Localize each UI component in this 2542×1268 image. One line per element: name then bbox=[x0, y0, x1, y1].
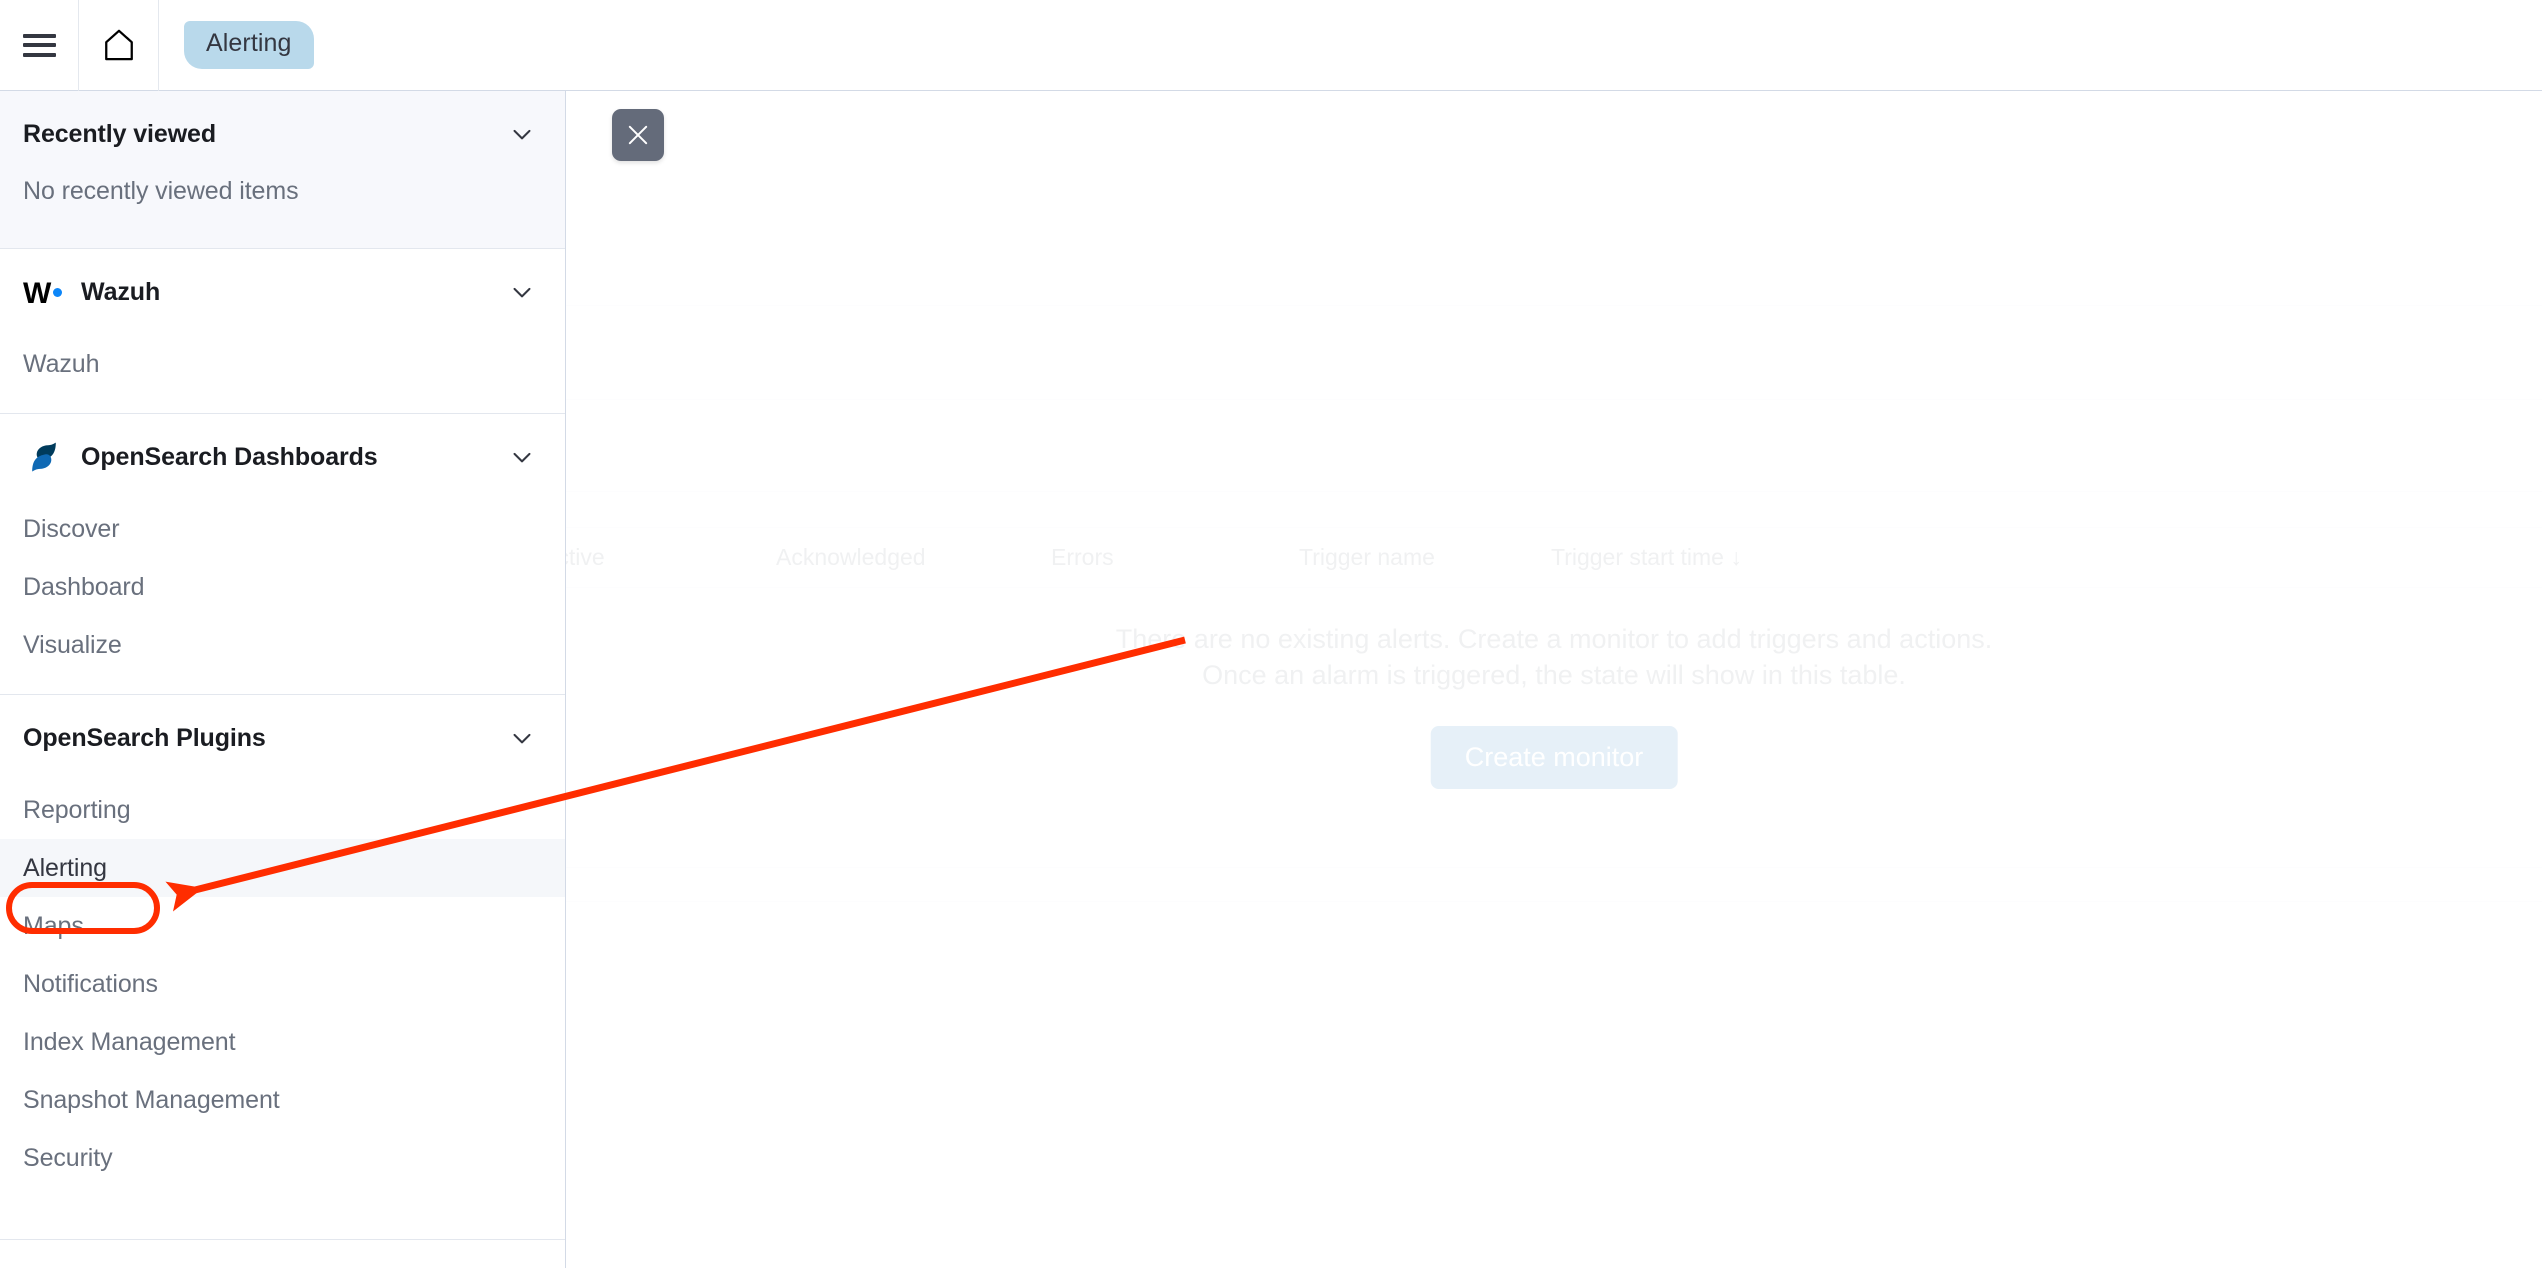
wazuh-logo-icon: W bbox=[23, 277, 69, 310]
top-navigation-bar: Alerting bbox=[0, 0, 2542, 91]
sidebar-item-wazuh[interactable]: Wazuh bbox=[0, 335, 565, 393]
nav-section-header-wazuh[interactable]: W Wazuh bbox=[0, 249, 565, 335]
empty-state-line-2: Once an alarm is triggered, the state wi… bbox=[1202, 660, 1906, 691]
nav-list-wazuh: Wazuh bbox=[0, 335, 565, 413]
chevron-down-icon[interactable] bbox=[507, 277, 537, 307]
column-header-trigger-start-time-label: Trigger start time bbox=[1551, 543, 1724, 570]
breadcrumb[interactable]: Alerting bbox=[159, 0, 314, 91]
create-monitor-button[interactable]: Create monitor bbox=[1430, 726, 1678, 789]
alerts-table-header: Active Acknowledged Errors Trigger name … bbox=[566, 528, 2542, 586]
nav-section-header-opensearch-dashboards[interactable]: OpenSearch Dashboards bbox=[0, 414, 565, 500]
annotation-highlight-alerting bbox=[6, 882, 160, 934]
nav-section-header-recently-viewed[interactable]: Recently viewed bbox=[0, 91, 565, 177]
nav-bottom-divider bbox=[0, 1239, 565, 1240]
nav-section-wazuh: W Wazuh Wazuh bbox=[0, 249, 565, 414]
wazuh-logo-dot bbox=[53, 287, 63, 297]
chevron-down-icon[interactable] bbox=[507, 442, 537, 472]
wazuh-logo-text: W bbox=[23, 277, 52, 310]
hamburger-menu-icon bbox=[22, 33, 56, 57]
close-nav-button[interactable] bbox=[612, 109, 664, 161]
nav-list-opensearch-dashboards: Discover Dashboard Visualize bbox=[0, 500, 565, 694]
chevron-down-icon[interactable] bbox=[507, 723, 537, 753]
alerts-empty-state: There are no existing alerts. Create a m… bbox=[566, 621, 2542, 694]
content-divider bbox=[566, 399, 2542, 400]
nav-section-title-opensearch-plugins: OpenSearch Plugins bbox=[23, 723, 266, 752]
empty-state-line-1: There are no existing alerts. Create a m… bbox=[1115, 624, 1993, 654]
column-header-acknowledged[interactable]: Acknowledged bbox=[776, 544, 926, 571]
content-divider bbox=[566, 305, 2542, 306]
nav-section-title-opensearch-dashboards: OpenSearch Dashboards bbox=[81, 442, 378, 471]
sidebar-item-visualize[interactable]: Visualize bbox=[0, 616, 565, 674]
menu-toggle-button[interactable] bbox=[0, 0, 79, 91]
nav-list-opensearch-plugins: Reporting Alerting Maps Notifications In… bbox=[0, 781, 565, 1207]
sidebar-item-notifications[interactable]: Notifications bbox=[0, 955, 565, 1013]
app-root: Alerting Active Acknowledged Errors Trig… bbox=[0, 0, 2542, 1268]
home-button[interactable] bbox=[79, 0, 159, 91]
close-icon bbox=[628, 125, 648, 145]
sort-descending-arrow-icon: ↓ bbox=[1730, 543, 1742, 570]
sidebar-item-security[interactable]: Security bbox=[0, 1129, 565, 1187]
chevron-down-icon[interactable] bbox=[507, 119, 537, 149]
nav-section-title-wazuh: Wazuh bbox=[81, 277, 161, 306]
sidebar-item-snapshot-management[interactable]: Snapshot Management bbox=[0, 1071, 565, 1129]
sidebar-item-reporting[interactable]: Reporting bbox=[0, 781, 565, 839]
sidebar-item-index-management[interactable]: Index Management bbox=[0, 1013, 565, 1071]
column-header-active[interactable]: Active bbox=[566, 544, 605, 571]
sidebar-item-dashboard[interactable]: Dashboard bbox=[0, 558, 565, 616]
home-icon bbox=[104, 29, 133, 61]
nav-section-opensearch-dashboards: OpenSearch Dashboards Discover Dashboard… bbox=[0, 414, 565, 695]
navigation-flyout-panel: Recently viewed No recently viewed items… bbox=[0, 91, 566, 1268]
column-header-trigger-name[interactable]: Trigger name bbox=[1299, 544, 1435, 571]
sidebar-item-discover[interactable]: Discover bbox=[0, 500, 565, 558]
nav-section-title-recently-viewed: Recently viewed bbox=[23, 119, 217, 148]
opensearch-logo-icon bbox=[23, 436, 69, 478]
nav-section-opensearch-plugins: OpenSearch Plugins Reporting Alerting Ma… bbox=[0, 695, 565, 1207]
nav-section-recently-viewed: Recently viewed No recently viewed items bbox=[0, 91, 565, 249]
nav-section-header-opensearch-plugins[interactable]: OpenSearch Plugins bbox=[0, 695, 565, 781]
table-header-divider bbox=[566, 587, 2542, 588]
column-header-trigger-start-time[interactable]: Trigger start time ↓ bbox=[1551, 544, 1742, 571]
content-divider bbox=[566, 491, 2542, 492]
breadcrumb-alerting[interactable]: Alerting bbox=[184, 21, 314, 69]
recently-viewed-empty-text: No recently viewed items bbox=[23, 177, 299, 205]
content-divider bbox=[566, 901, 2542, 902]
table-footer-divider bbox=[566, 867, 2542, 868]
main-content-area: Active Acknowledged Errors Trigger name … bbox=[566, 91, 2542, 1268]
column-header-errors[interactable]: Errors bbox=[1051, 544, 1114, 571]
